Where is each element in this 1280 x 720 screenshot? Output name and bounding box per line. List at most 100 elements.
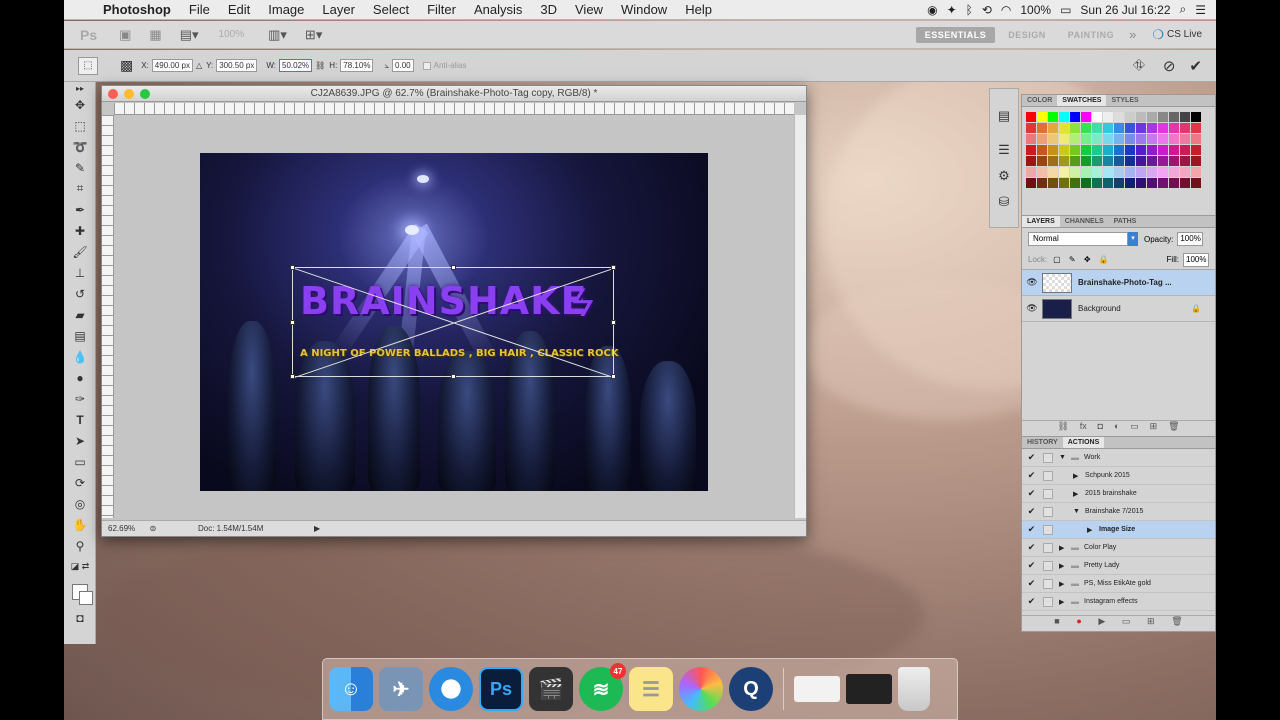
swatch[interactable] [1191, 134, 1201, 144]
dialog-toggle-box[interactable] [1043, 506, 1053, 517]
swatch[interactable] [1158, 145, 1168, 155]
delete-action-icon[interactable]: 🗑 [1171, 616, 1182, 631]
blur-tool-icon[interactable]: 💧 [64, 346, 96, 367]
swatch[interactable] [1125, 134, 1135, 144]
marquee-tool-icon[interactable]: ⬚ [64, 115, 96, 136]
action-toggle-checkbox[interactable]: ✔ [1026, 470, 1037, 481]
3d-orbit-tool-icon[interactable]: ◎ [64, 493, 96, 514]
swatch[interactable] [1169, 156, 1179, 166]
swatch[interactable] [1169, 167, 1179, 177]
tab-actions[interactable]: ACTIONS [1062, 437, 1105, 448]
menu-image[interactable]: Image [259, 2, 313, 17]
safari-icon[interactable]: ➶ [429, 667, 473, 711]
swatch[interactable] [1147, 112, 1157, 122]
warp-mode-icon[interactable]: ⛗ [1133, 57, 1145, 74]
swatch[interactable] [1048, 156, 1058, 166]
swatch[interactable] [1147, 167, 1157, 177]
transform-handle-bottom-left[interactable] [290, 374, 295, 379]
photoshop-icon[interactable]: Ps [479, 667, 523, 711]
swatch[interactable] [1103, 145, 1113, 155]
expand-triangle-icon[interactable]: ▼ [1073, 508, 1085, 515]
height-field[interactable]: 78.10% [340, 59, 374, 72]
relative-position-icon[interactable]: △ [196, 61, 202, 70]
dialog-toggle-box[interactable] [1043, 542, 1053, 553]
action-toggle-checkbox[interactable]: ✔ [1026, 560, 1037, 571]
vertical-scrollbar[interactable] [794, 115, 806, 518]
swatch[interactable] [1026, 178, 1036, 188]
bluetooth-icon[interactable]: ᛒ [966, 3, 973, 17]
swatch[interactable] [1070, 112, 1080, 122]
swatch[interactable] [1048, 112, 1058, 122]
swatch[interactable] [1169, 178, 1179, 188]
battery-percent[interactable]: 100% [1020, 3, 1051, 17]
hand-tool-icon[interactable]: ✋ [64, 514, 96, 535]
status-zoom-field[interactable]: 62.69% [102, 524, 146, 533]
tab-styles[interactable]: STYLES [1106, 95, 1143, 106]
swatch[interactable] [1125, 167, 1135, 177]
final-cut-icon[interactable]: 🎬 [529, 667, 573, 711]
visibility-eye-icon[interactable]: 👁 [1022, 277, 1042, 288]
swatch[interactable] [1037, 145, 1047, 155]
notification-center-icon[interactable]: ☰ [1195, 3, 1206, 17]
swatch[interactable] [1037, 134, 1047, 144]
recent-screen-icon[interactable] [846, 674, 892, 704]
quick-select-tool-icon[interactable]: ✎ [64, 157, 96, 178]
clone-source-panel-icon[interactable]: ⛁ [990, 189, 1018, 215]
expand-triangle-icon[interactable]: ▼ [1059, 454, 1071, 461]
swatch[interactable] [1136, 134, 1146, 144]
swatch[interactable] [1092, 123, 1102, 133]
swatch[interactable] [1103, 156, 1113, 166]
launch-bridge-icon[interactable]: ▣ [119, 27, 131, 43]
menu-select[interactable]: Select [364, 2, 418, 17]
action-row[interactable]: ✔ ▶ ▬ Pretty Lady [1022, 557, 1215, 575]
status-info-icon[interactable]: ⊜ [146, 524, 160, 533]
pen-tool-icon[interactable]: ✑ [64, 388, 96, 409]
history-brush-tool-icon[interactable]: ↺ [64, 283, 96, 304]
swatch[interactable] [1180, 145, 1190, 155]
swatch[interactable] [1048, 145, 1058, 155]
y-position-field[interactable]: 300.50 px [216, 59, 258, 72]
notes-icon[interactable]: ☰ [629, 667, 673, 711]
swatch[interactable] [1092, 145, 1102, 155]
menu-3d[interactable]: 3D [531, 2, 566, 17]
layer-row[interactable]: 👁 Background 🔒 [1022, 296, 1215, 322]
trash-icon[interactable] [898, 667, 930, 711]
swatch[interactable] [1059, 145, 1069, 155]
color-swatch-icon[interactable] [64, 577, 96, 607]
adjustments-panel-icon[interactable]: ☰ [990, 137, 1018, 163]
swatch[interactable] [1026, 123, 1036, 133]
swatch[interactable] [1103, 134, 1113, 144]
stop-icon[interactable]: ■ [1054, 616, 1059, 631]
tab-paths[interactable]: PATHS [1109, 216, 1142, 227]
swatch[interactable] [1180, 178, 1190, 188]
new-set-icon[interactable]: ▭ [1122, 616, 1131, 631]
swatch[interactable] [1191, 145, 1201, 155]
x-position-field[interactable]: 490.00 px [151, 59, 193, 72]
tab-layers[interactable]: LAYERS [1022, 216, 1060, 227]
swatch[interactable] [1114, 134, 1124, 144]
new-group-icon[interactable]: ▭ [1130, 421, 1139, 436]
tab-swatches[interactable]: SWATCHES [1057, 95, 1107, 106]
extras-icon[interactable]: ⊞▾ [305, 27, 322, 43]
new-action-icon[interactable]: ⊞ [1147, 616, 1155, 631]
quick-mask-icon[interactable]: ◘ [64, 607, 96, 628]
menu-layer[interactable]: Layer [313, 2, 364, 17]
lock-icons[interactable]: ▢ ✎ ✥ 🔒 [1053, 255, 1112, 264]
tab-channels[interactable]: CHANNELS [1060, 216, 1109, 227]
action-row[interactable]: ✔ ▶ 2015 brainshake [1022, 485, 1215, 503]
transform-bounding-box[interactable] [290, 265, 616, 379]
swatch[interactable] [1037, 178, 1047, 188]
swatch[interactable] [1081, 178, 1091, 188]
swatch[interactable] [1103, 123, 1113, 133]
swatch[interactable] [1103, 112, 1113, 122]
menu-window[interactable]: Window [612, 2, 676, 17]
status-menu-arrow-icon[interactable]: ▶ [314, 524, 320, 533]
swatch[interactable] [1114, 178, 1124, 188]
adjustment-layer-icon[interactable]: ◐ [1114, 421, 1119, 436]
workspace-essentials[interactable]: ESSENTIALS [915, 26, 996, 43]
swatch[interactable] [1147, 145, 1157, 155]
swatch[interactable] [1092, 134, 1102, 144]
expand-triangle-icon[interactable]: ▶ [1073, 472, 1085, 480]
menu-view[interactable]: View [566, 2, 612, 17]
swatch[interactable] [1070, 178, 1080, 188]
